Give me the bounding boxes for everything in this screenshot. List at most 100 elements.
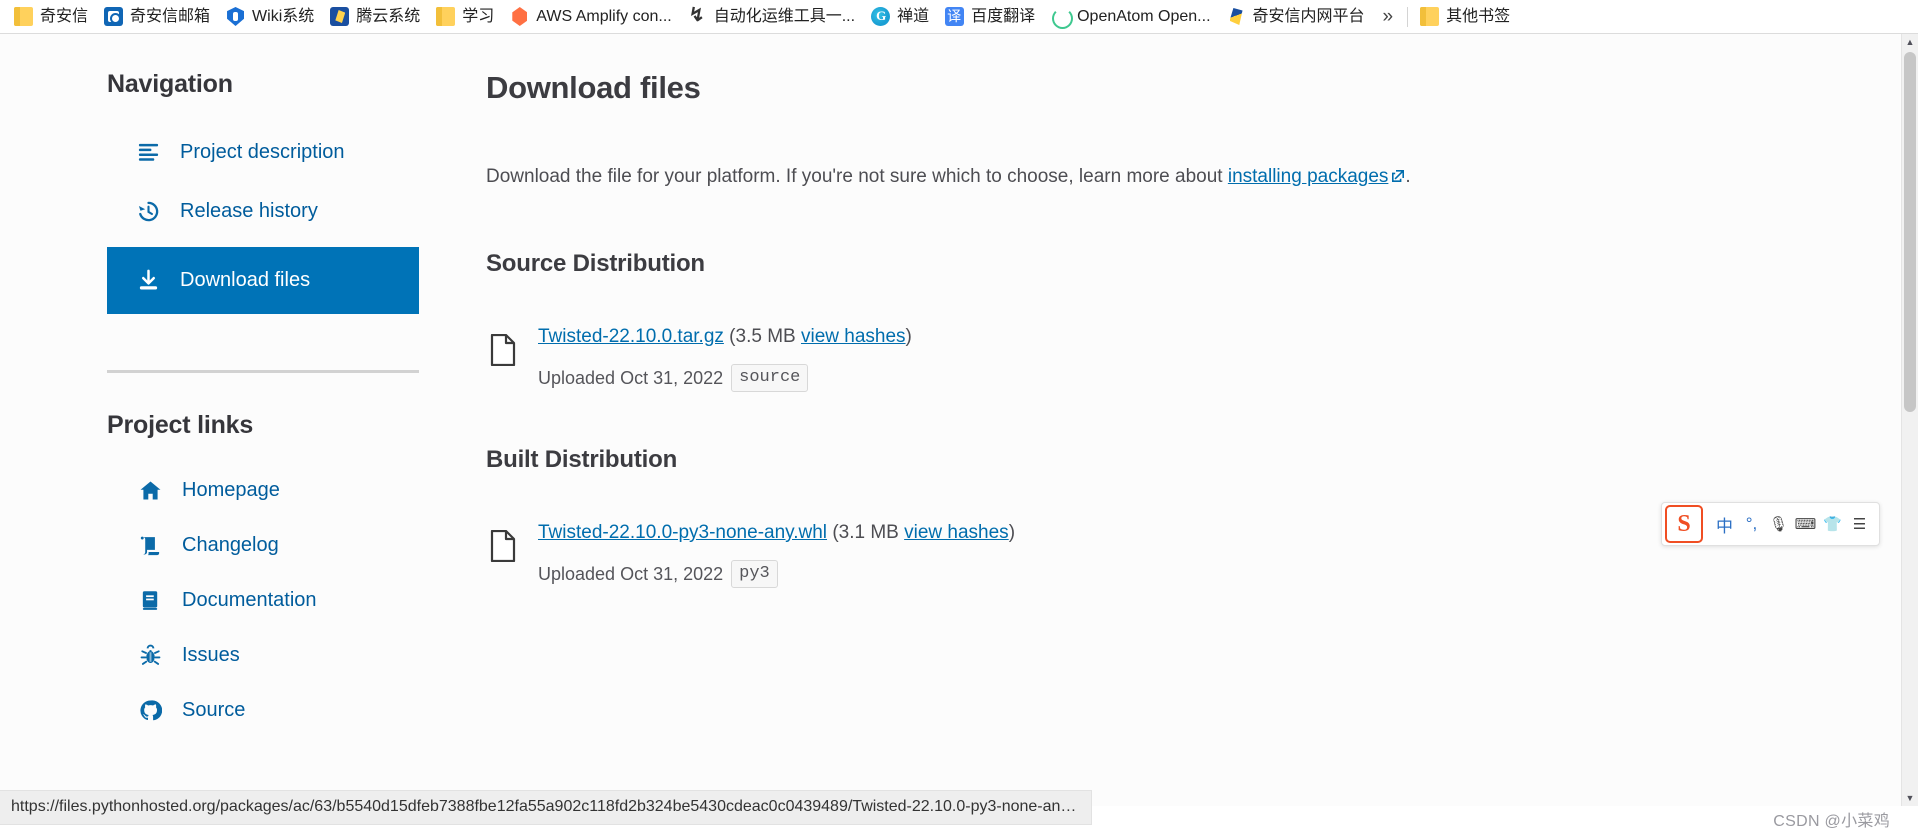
file-meta-line: Uploaded Oct 31, 2022 source (538, 364, 1486, 392)
tengyun-icon (330, 7, 350, 26)
sidebar-nav-item[interactable]: Release history (107, 188, 419, 235)
bookmark-label: 学习 (462, 7, 495, 25)
page-title: Download files (486, 70, 701, 105)
section-heading: Source Distribution (486, 250, 705, 277)
intro-text-before: Download the file for your platform. If … (486, 166, 1228, 187)
bookmark-item[interactable]: AWS Amplify con... (502, 4, 679, 29)
installing-packages-link-label: installing packages (1227, 166, 1389, 187)
bookmark-item[interactable]: Wiki系统 (218, 4, 322, 29)
bookmark-label: AWS Amplify con... (536, 7, 672, 25)
home-icon (139, 479, 162, 502)
project-link-item[interactable]: Issues (107, 635, 419, 676)
document-lines-icon (137, 141, 160, 164)
file-primary-line: Twisted-22.10.0-py3-none-any.whl (3.1 MB… (538, 518, 1486, 548)
page-scrollbar[interactable]: ▲ ▼ (1901, 34, 1918, 806)
file-size: 3.1 MB (838, 522, 899, 543)
file-icon (490, 333, 516, 367)
distribution-type-tag: py3 (731, 560, 778, 588)
sidebar-nav-item[interactable]: Project description (107, 129, 419, 176)
scroll-icon (139, 534, 162, 557)
project-link-item[interactable]: Changelog (107, 525, 419, 566)
file-size-close-paren: ) (1008, 522, 1016, 543)
openatom-icon (1051, 7, 1074, 29)
github-icon (139, 699, 162, 722)
bookmark-item[interactable]: 奇安信 (6, 4, 96, 29)
project-links-heading: Project links (107, 411, 254, 439)
page-content: Navigation Project description Release hi… (0, 34, 1918, 806)
scrollbar-thumb[interactable] (1904, 52, 1916, 412)
bookmark-label: 禅道 (897, 7, 930, 25)
file-primary-line: Twisted-22.10.0.tar.gz (3.5 MB view hash… (538, 322, 1486, 352)
project-links-list: Homepage Changelog Documentation Issues Sour… (107, 470, 419, 731)
aws-amplify-icon (510, 7, 529, 26)
intro-paragraph: Download the file for your platform. If … (486, 162, 1486, 192)
intro-text-after: . (1405, 166, 1411, 187)
project-link-label: Source (182, 699, 246, 721)
bookmark-separator (1407, 6, 1409, 27)
ime-skin[interactable]: 👕 (1819, 509, 1846, 539)
bookmark-label: 百度翻译 (971, 7, 1036, 25)
view-hashes-label: view hashes (800, 326, 906, 347)
scroll-up-arrow[interactable]: ▲ (1902, 34, 1918, 50)
bookmark-item[interactable]: 百度翻译 (937, 4, 1043, 29)
bookmark-overflow-button[interactable]: » (1373, 6, 1404, 28)
ime-voice-input[interactable]: 🎙 (1765, 509, 1792, 539)
sidebar-nav-label: Release history (180, 200, 318, 222)
sogou-ime-toolbar[interactable]: S 中 °, 🎙 ⌨ 👕 ☰ (1661, 502, 1880, 546)
bookmark-item[interactable]: 禅道 (863, 4, 937, 29)
navigation-heading: Navigation (107, 70, 233, 98)
bookmark-label: Wiki系统 (252, 7, 315, 25)
baidu-translate-icon (945, 7, 965, 26)
csdn-watermark: CSDN @小菜鸡 (1773, 813, 1890, 830)
project-link-item[interactable]: Homepage (107, 470, 419, 511)
uploaded-date: Uploaded Oct 31, 2022 (538, 368, 724, 388)
bookmark-item[interactable]: 腾云系统 (322, 4, 428, 29)
file-row: Twisted-22.10.0-py3-none-any.whl (3.1 MB… (486, 518, 1486, 588)
file-details: Twisted-22.10.0.tar.gz (3.5 MB view hash… (538, 322, 1486, 392)
browser-bookmark-bar: 奇安信 奇安信邮箱 Wiki系统 腾云系统 学习 AWS Amplify con... 自动… (0, 0, 1918, 34)
view-hashes-label: view hashes (904, 522, 1009, 543)
folder-icon (1420, 7, 1440, 26)
bookmark-label: 腾云系统 (356, 7, 421, 25)
sogou-logo-icon[interactable]: S (1665, 505, 1703, 543)
bookmark-label: 奇安信邮箱 (130, 7, 211, 25)
sidebar-nav-item[interactable]: Download files (107, 247, 419, 314)
project-link-item[interactable]: Source (107, 690, 419, 731)
bookmark-item[interactable]: 学习 (428, 4, 502, 29)
view-hashes-link[interactable]: view hashes (801, 326, 906, 347)
bookmark-item[interactable]: 奇安信邮箱 (96, 4, 218, 29)
zentao-icon (871, 7, 891, 26)
file-meta-line: Uploaded Oct 31, 2022 py3 (538, 560, 1486, 588)
shield-icon (226, 7, 246, 26)
distribution-type-tag: source (731, 364, 809, 392)
external-link-icon (1391, 163, 1405, 182)
sidebar: Navigation Project description Release hi… (107, 70, 419, 745)
bug-icon (139, 644, 162, 667)
file-name: Twisted-22.10.0-py3-none-any.whl (538, 522, 828, 543)
distribution-section: Built Distribution Twisted-22.10.0-py3-no… (486, 446, 1486, 588)
project-link-label: Issues (182, 644, 240, 666)
history-clock-icon (137, 200, 160, 223)
project-link-label: Documentation (182, 589, 317, 611)
qax-intranet-icon (1226, 7, 1246, 26)
bookmark-item[interactable]: 奇安信内网平台 (1219, 4, 1373, 29)
bookmark-label: 其他书签 (1446, 7, 1511, 25)
ime-mode-chinese[interactable]: 中 (1711, 509, 1738, 539)
file-download-link[interactable]: Twisted-22.10.0.tar.gz (538, 326, 724, 347)
navigation-list: Project description Release history Downlo… (107, 129, 419, 314)
ime-keyboard[interactable]: ⌨ (1792, 509, 1819, 539)
project-link-item[interactable]: Documentation (107, 580, 419, 621)
bookmark-item[interactable]: 自动化运维工具一... (680, 4, 863, 29)
view-hashes-link[interactable]: view hashes (904, 522, 1009, 543)
file-size-close-paren: ) (905, 326, 912, 347)
scroll-down-arrow[interactable]: ▼ (1902, 790, 1918, 806)
file-download-link[interactable]: Twisted-22.10.0-py3-none-any.whl (538, 522, 827, 543)
bookmark-other-bookmarks[interactable]: 其他书签 (1412, 4, 1518, 29)
ime-punctuation[interactable]: °, (1738, 509, 1765, 539)
bookmark-label: 自动化运维工具一... (713, 7, 856, 25)
ime-toolbox[interactable]: ☰ (1846, 509, 1873, 539)
main-content: Download files Download the file for you… (486, 70, 1486, 642)
bookmark-item[interactable]: OpenAtom Open... (1043, 4, 1218, 29)
installing-packages-link[interactable]: installing packages (1228, 166, 1389, 187)
bookmark-label: 奇安信内网平台 (1252, 7, 1365, 25)
